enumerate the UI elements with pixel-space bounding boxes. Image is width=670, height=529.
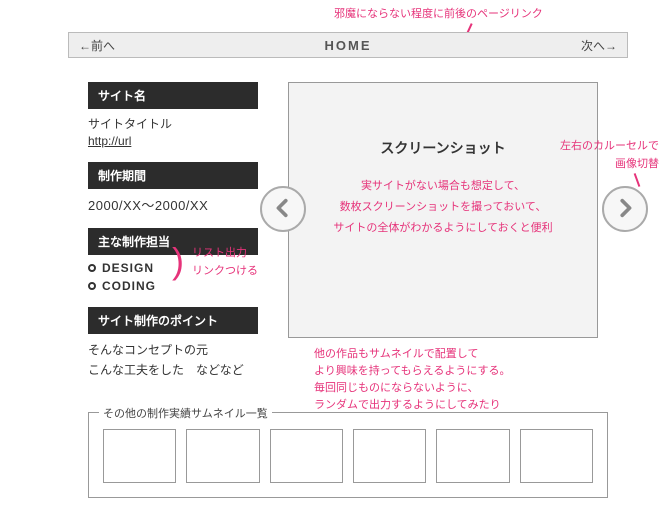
- prev-page-link[interactable]: ←前へ: [69, 37, 189, 54]
- arrow-left-icon: [272, 197, 294, 222]
- screenshot-carousel: スクリーンショット 実サイトがない場合も想定して、 数枚スクリーンショットを撮っ…: [288, 82, 598, 338]
- carousel-next-button[interactable]: [602, 186, 648, 232]
- thumbnail-item[interactable]: [103, 429, 176, 483]
- block-sitename: サイト名 サイトタイトル http://url: [88, 82, 258, 148]
- related-thumbnails-box: その他の制作実績サムネイル一覧: [88, 412, 608, 498]
- annotation-roles-2: リンクつける: [192, 263, 258, 281]
- period-value: 2000/XX〜2000/XX: [88, 195, 258, 214]
- detail-sidebar: サイト名 サイトタイトル http://url 制作期間 2000/XX〜200…: [88, 82, 258, 395]
- annotation-topnav: 邪魔にならない程度に前後のページリンク: [334, 6, 543, 24]
- annotation-roles-1: リスト出力: [192, 245, 247, 263]
- thumbnails-title: その他の制作実績サムネイル一覧: [99, 405, 272, 421]
- heading-points: サイト制作のポイント: [88, 307, 258, 334]
- annotation-carousel: 左右のカルーセルで 画像切替: [560, 138, 659, 173]
- thumbnail-item[interactable]: [520, 429, 593, 483]
- thumbnail-item[interactable]: [270, 429, 343, 483]
- points-text: そんなコンセプトの元 こんな工夫をした などなど: [88, 340, 258, 381]
- arrow-right-icon: [614, 197, 636, 222]
- block-period: 制作期間 2000/XX〜2000/XX: [88, 162, 258, 214]
- bullet-icon: [88, 282, 96, 290]
- role-label: CODING: [102, 279, 156, 293]
- carousel-title: スクリーンショット: [309, 138, 577, 158]
- heading-sitename: サイト名: [88, 82, 258, 109]
- thumbnail-item[interactable]: [186, 429, 259, 483]
- brace-icon: ): [172, 243, 184, 279]
- carousel-description: 実サイトがない場合も想定して、 数枚スクリーンショットを撮っておいて、 サイトの…: [309, 176, 577, 239]
- home-link[interactable]: HOME: [189, 38, 507, 53]
- carousel-prev-button[interactable]: [260, 186, 306, 232]
- block-points: サイト制作のポイント そんなコンセプトの元 こんな工夫をした などなど: [88, 307, 258, 381]
- annotation-line: [634, 173, 641, 187]
- role-label: DESIGN: [102, 261, 154, 275]
- role-item[interactable]: CODING: [88, 279, 258, 293]
- heading-period: 制作期間: [88, 162, 258, 189]
- site-title-text: サイトタイトル: [88, 115, 258, 132]
- top-pagination-bar: ←前へ HOME 次へ→: [68, 32, 628, 58]
- thumbnail-item[interactable]: [353, 429, 426, 483]
- next-page-link[interactable]: 次へ→: [507, 37, 627, 54]
- site-url-link[interactable]: http://url: [88, 134, 131, 148]
- thumbnail-item[interactable]: [436, 429, 509, 483]
- bullet-icon: [88, 264, 96, 272]
- annotation-thumbs: 他の作品もサムネイルで配置して より興味を持ってもらえるようにする。 毎回同じも…: [314, 346, 510, 414]
